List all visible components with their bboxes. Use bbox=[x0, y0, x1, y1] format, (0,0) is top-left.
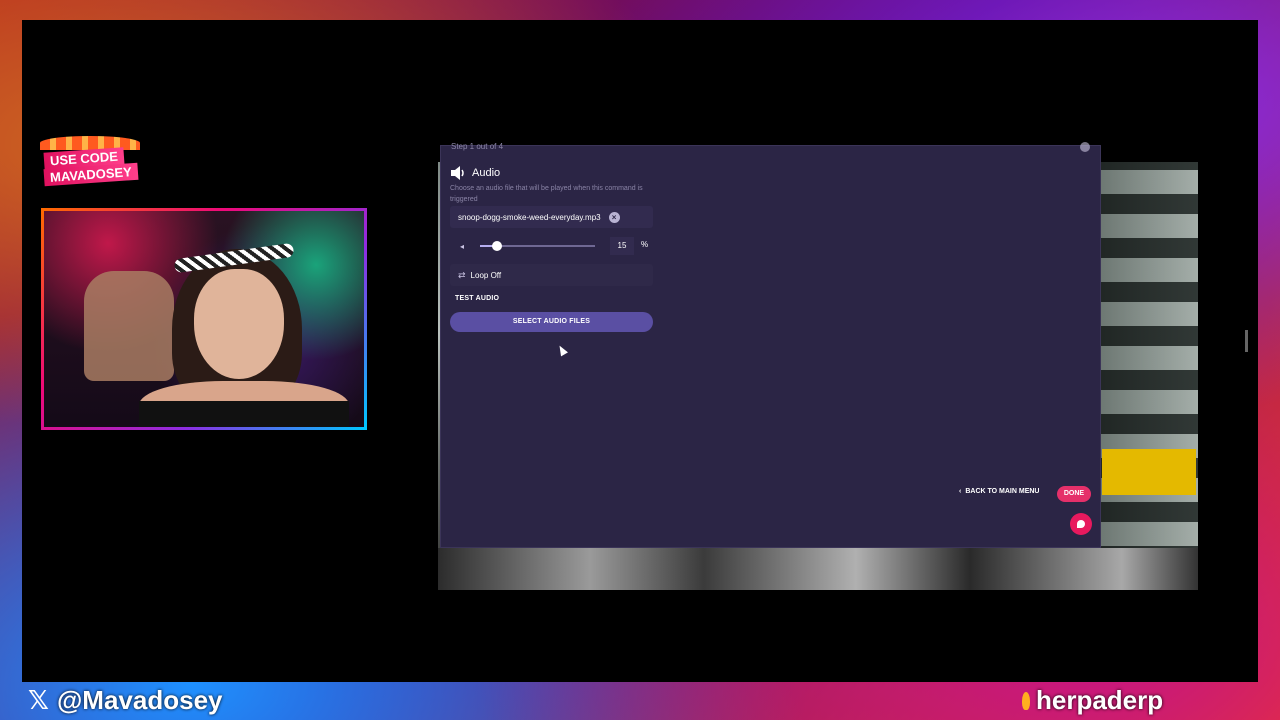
volume-icon: ◂ bbox=[460, 241, 465, 251]
promo-code-banner: USE CODE MAVADOSEY bbox=[36, 136, 146, 192]
video-building bbox=[1100, 162, 1198, 590]
chat-bubble-icon bbox=[1077, 520, 1085, 528]
volume-slider[interactable] bbox=[480, 241, 595, 251]
audio-file-name: snoop-dogg-smoke-weed-everyday.mp3 bbox=[458, 212, 601, 222]
social-handle: 𝕏 @Mavadosey bbox=[28, 685, 223, 716]
chat-fab-button[interactable] bbox=[1070, 513, 1092, 535]
tag-text: herpaderp bbox=[1036, 685, 1164, 715]
webcam-feed bbox=[41, 208, 367, 430]
test-audio-button[interactable]: TEST AUDIO bbox=[455, 295, 499, 302]
done-button[interactable]: DONE bbox=[1057, 486, 1091, 502]
modal-close-icon[interactable] bbox=[1080, 142, 1090, 152]
volume-control: ◂ 15 % bbox=[450, 236, 653, 256]
flames-graphic bbox=[40, 136, 140, 150]
video-street bbox=[438, 548, 1198, 590]
loop-label: Loop Off bbox=[470, 270, 502, 280]
select-audio-files-button[interactable]: SELECT AUDIO FILES bbox=[450, 312, 653, 332]
x-logo-icon: 𝕏 bbox=[28, 685, 49, 716]
volume-slider-thumb[interactable] bbox=[492, 241, 503, 251]
handle-text: @Mavadosey bbox=[56, 685, 223, 715]
webcam-face bbox=[194, 269, 284, 379]
loop-icon: ⇄ bbox=[458, 269, 466, 280]
audio-header: Audio bbox=[450, 165, 500, 181]
flame-icon bbox=[1022, 691, 1030, 710]
command-settings-modal: Step 1 out of 4 Audio Choose an audio fi… bbox=[441, 142, 1100, 547]
chevron-left-icon: ‹ bbox=[959, 488, 962, 495]
webcam-shirt bbox=[139, 401, 349, 427]
back-to-main-menu-label: BACK TO MAIN MENU bbox=[965, 488, 1040, 495]
speaker-icon bbox=[450, 165, 466, 181]
audio-title: Audio bbox=[472, 167, 501, 179]
mouse-cursor-icon bbox=[556, 343, 568, 357]
streamer-tag: herpaderp bbox=[1022, 685, 1163, 716]
audio-description: Choose an audio file that will be played… bbox=[450, 185, 643, 203]
loop-toggle[interactable]: ⇄ Loop Off bbox=[450, 264, 653, 286]
volume-unit: % bbox=[641, 240, 649, 249]
step-indicator: Step 1 out of 4 bbox=[451, 142, 504, 151]
remove-file-icon[interactable]: × bbox=[608, 211, 620, 223]
back-to-main-menu-button[interactable]: ‹ BACK TO MAIN MENU bbox=[959, 488, 1040, 495]
audio-file-chip: snoop-dogg-smoke-weed-everyday.mp3 × bbox=[450, 206, 653, 228]
video-storefront-sign bbox=[1102, 449, 1196, 495]
volume-input[interactable]: 15 bbox=[610, 237, 634, 255]
webcam-chair bbox=[84, 271, 174, 381]
scrollbar-marker bbox=[1245, 330, 1248, 352]
